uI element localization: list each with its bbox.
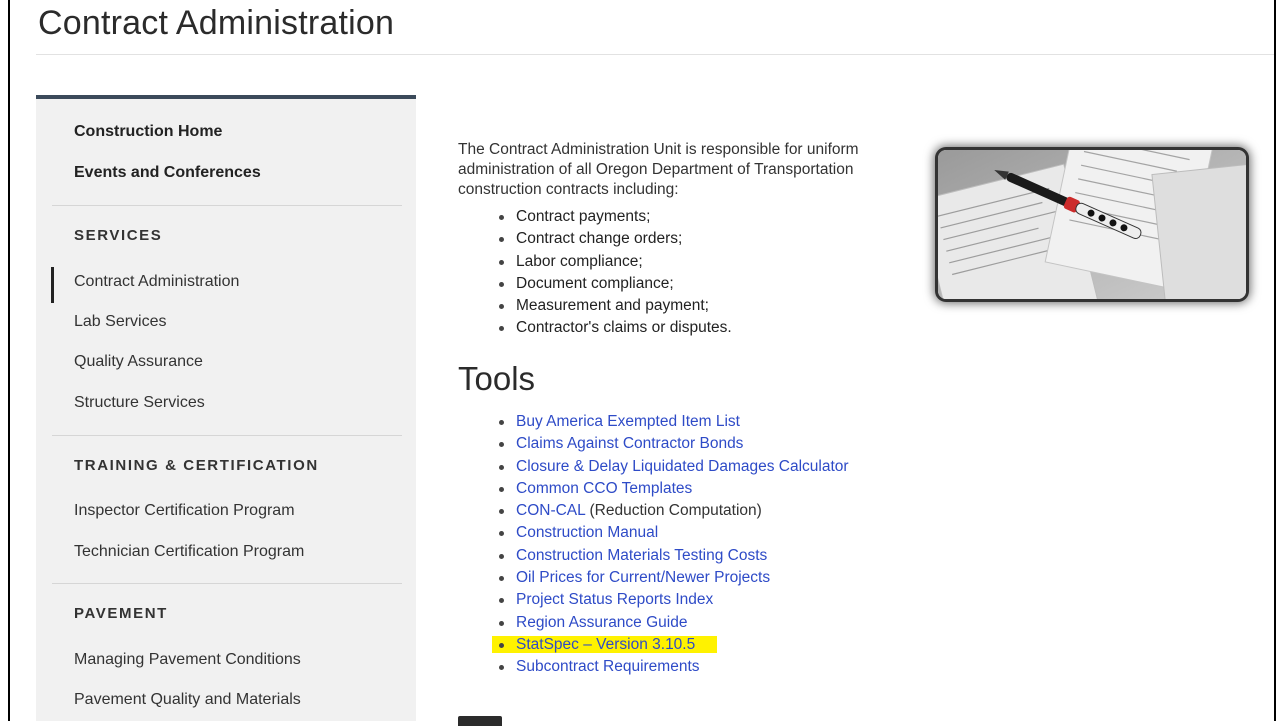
sidebar-item-technician-certification[interactable]: Technician Certification Program [74, 543, 304, 561]
tool-link-statspec[interactable]: StatSpec – Version 3.10.5 [516, 636, 695, 653]
next-heading-cutoff [458, 706, 548, 726]
window-left-edge [8, 0, 10, 721]
list-item: Buy America Exempted Item List [497, 411, 849, 433]
tool-link-oil-prices[interactable]: Oil Prices for Current/Newer Projects [516, 569, 770, 586]
sidebar-divider [52, 583, 402, 584]
responsibilities-list: Contract payments; Contract change order… [497, 206, 732, 340]
list-item: StatSpec – Version 3.10.5 [492, 634, 849, 656]
tool-link-suffix: (Reduction Computation) [585, 502, 762, 520]
list-item: Project Status Reports Index [497, 589, 849, 611]
sidebar-item-quality-assurance[interactable]: Quality Assurance [74, 353, 203, 371]
active-item-indicator [51, 267, 54, 303]
sidebar-link-events-conferences[interactable]: Events and Conferences [74, 164, 261, 182]
sidebar-heading-training: TRAINING & CERTIFICATION [74, 457, 319, 474]
tool-link-con-cal[interactable]: CON-CAL [516, 502, 585, 519]
list-item: Contractor's claims or disputes. [497, 317, 732, 339]
sidebar-heading-pavement: PAVEMENT [74, 605, 168, 622]
tool-link-claims-bonds[interactable]: Claims Against Contractor Bonds [516, 435, 743, 452]
pen-on-documents-photo [938, 150, 1246, 299]
sidebar-item-lab-services[interactable]: Lab Services [74, 313, 167, 331]
list-item: Contract change orders; [497, 228, 732, 250]
sidebar-heading-services: SERVICES [74, 227, 163, 244]
tool-link-testing-costs[interactable]: Construction Materials Testing Costs [516, 547, 767, 564]
list-item: Claims Against Contractor Bonds [497, 433, 849, 455]
tool-link-buy-america[interactable]: Buy America Exempted Item List [516, 413, 740, 430]
list-item: Measurement and payment; [497, 295, 732, 317]
sidebar-item-contract-administration[interactable]: Contract Administration [74, 273, 239, 291]
sidebar-nav: Construction Home Events and Conferences… [36, 95, 416, 721]
sidebar-divider [52, 435, 402, 436]
list-item: Labor compliance; [497, 251, 732, 273]
list-item: Construction Manual [497, 522, 849, 544]
page-title: Contract Administration [38, 4, 395, 42]
sidebar-item-pavement-quality[interactable]: Pavement Quality and Materials [74, 691, 301, 709]
title-divider [36, 54, 1274, 55]
tool-link-construction-manual[interactable]: Construction Manual [516, 524, 658, 541]
tools-heading: Tools [458, 360, 536, 397]
sidebar-item-managing-pavement[interactable]: Managing Pavement Conditions [74, 651, 301, 669]
list-item: Region Assurance Guide [497, 612, 849, 634]
list-item: Closure & Delay Liquidated Damages Calcu… [497, 456, 849, 478]
list-item: Common CCO Templates [497, 478, 849, 500]
sidebar-item-structure-services[interactable]: Structure Services [74, 394, 205, 412]
list-item: CON-CAL (Reduction Computation) [497, 500, 849, 522]
tool-link-subcontract-requirements[interactable]: Subcontract Requirements [516, 658, 700, 675]
list-item: Construction Materials Testing Costs [497, 545, 849, 567]
list-item: Document compliance; [497, 273, 732, 295]
intro-paragraph: The Contract Administration Unit is resp… [458, 141, 859, 198]
highlight-marker: StatSpec – Version 3.10.5 [492, 635, 718, 653]
tool-link-closure-delay-calculator[interactable]: Closure & Delay Liquidated Damages Calcu… [516, 458, 849, 475]
list-item: Oil Prices for Current/Newer Projects [497, 567, 849, 589]
list-item: Subcontract Requirements [497, 656, 849, 678]
tool-link-region-assurance[interactable]: Region Assurance Guide [516, 614, 687, 631]
window-right-edge [1274, 0, 1276, 721]
tool-link-cco-templates[interactable]: Common CCO Templates [516, 480, 692, 497]
tool-link-status-reports[interactable]: Project Status Reports Index [516, 591, 713, 608]
list-item: Contract payments; [497, 206, 732, 228]
tools-list: Buy America Exempted Item List Claims Ag… [492, 411, 849, 679]
sidebar-link-construction-home[interactable]: Construction Home [74, 123, 222, 141]
sidebar-item-inspector-certification[interactable]: Inspector Certification Program [74, 502, 295, 520]
sidebar-divider [52, 205, 402, 206]
